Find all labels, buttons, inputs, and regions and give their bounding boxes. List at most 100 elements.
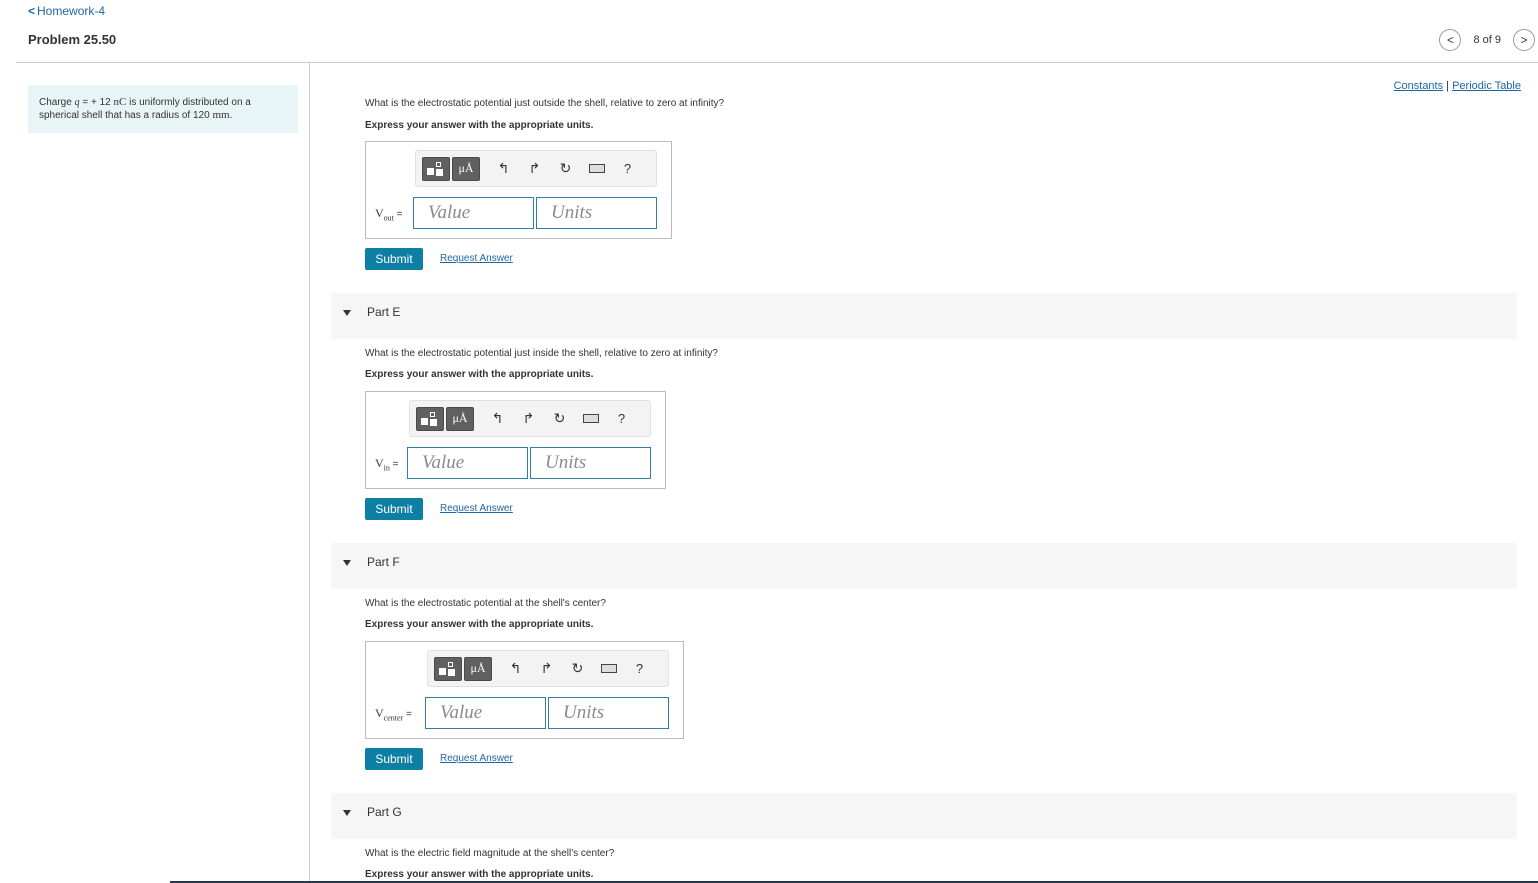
collapse-triangle-icon (343, 310, 351, 316)
math-toolbar: μÅ ↰ ↱ ↻ ? (415, 150, 657, 187)
templates-button[interactable] (434, 656, 462, 681)
problem-statement: Charge q = + 12 nC is uniformly distribu… (28, 85, 298, 133)
mu-a-icon: μÅ (458, 161, 474, 175)
link-separator: | (1443, 80, 1453, 92)
back-to-homework-link[interactable]: < Homework-4 (28, 4, 105, 18)
pager-position: 8 of 9 (1473, 34, 1501, 46)
answer-instruction: Express your answer with the appropriate… (365, 120, 594, 131)
next-problem-button[interactable]: > (1513, 29, 1535, 51)
reset-icon: ↻ (559, 160, 572, 176)
keyboard-icon (600, 663, 617, 673)
question-text: What is the electric field magnitude at … (365, 848, 615, 859)
redo-button[interactable]: ↱ (531, 660, 562, 677)
chevron-left-icon: < (1446, 33, 1454, 47)
part-g-header[interactable]: Part G (331, 793, 1517, 839)
templates-icon (439, 661, 457, 676)
intro-text: Charge (39, 97, 75, 108)
redo-button[interactable]: ↱ (519, 160, 550, 177)
part-e-header[interactable]: Part E (331, 293, 1517, 339)
undo-icon: ↰ (509, 660, 522, 676)
keyboard-button[interactable] (581, 163, 612, 174)
collapse-triangle-icon (343, 810, 351, 816)
intro-text: . (229, 110, 233, 121)
units-button[interactable]: μÅ (464, 656, 492, 681)
math-toolbar: μÅ ↰ ↱ ↻ ? (409, 400, 651, 437)
answer-box: μÅ ↰ ↱ ↻ ? Vin = Value Units (365, 391, 666, 489)
answer-box: μÅ ↰ ↱ ↻ ? Vcenter = Value Units (365, 641, 684, 739)
help-button[interactable]: ? (612, 161, 643, 176)
undo-icon: ↰ (491, 410, 504, 426)
templates-button[interactable] (416, 406, 444, 431)
help-icon: ? (623, 161, 632, 176)
periodic-table-link[interactable]: Periodic Table (1452, 80, 1521, 92)
submit-button[interactable]: Submit (365, 748, 423, 770)
help-button[interactable]: ? (624, 661, 655, 676)
answer-instruction: Express your answer with the appropriate… (365, 869, 594, 880)
problem-title: Problem 25.50 (28, 32, 117, 47)
undo-button[interactable]: ↰ (500, 660, 531, 677)
answer-variable-label: Vin = (375, 456, 399, 472)
chevron-right-icon: > (1520, 33, 1528, 47)
part-label: Part E (367, 305, 401, 319)
reset-button[interactable]: ↻ (562, 660, 593, 677)
submit-button[interactable]: Submit (365, 498, 423, 520)
value-input[interactable]: Value (425, 697, 546, 729)
reset-icon: ↻ (553, 410, 566, 426)
var-main: V (375, 706, 384, 720)
part-label: Part F (367, 555, 400, 569)
column-divider (309, 63, 310, 883)
part-f-header[interactable]: Part F (331, 543, 1517, 589)
equals-sign: = (403, 709, 412, 720)
help-icon: ? (617, 411, 626, 426)
back-link-label: Homework-4 (37, 4, 106, 18)
units-button[interactable]: μÅ (452, 156, 480, 181)
redo-icon: ↱ (522, 410, 535, 426)
mu-a-icon: μÅ (452, 411, 468, 425)
templates-button[interactable] (422, 156, 450, 181)
intro-text: = + 12 (79, 97, 114, 108)
constants-link[interactable]: Constants (1394, 80, 1444, 92)
value-input[interactable]: Value (407, 447, 528, 479)
mu-a-icon: μÅ (470, 661, 486, 675)
math-toolbar: μÅ ↰ ↱ ↻ ? (427, 650, 669, 687)
value-input[interactable]: Value (413, 197, 534, 229)
keyboard-icon (588, 163, 605, 173)
request-answer-link[interactable]: Request Answer (440, 753, 513, 764)
question-text: What is the electrostatic potential just… (365, 98, 725, 109)
answer-instruction: Express your answer with the appropriate… (365, 369, 594, 380)
keyboard-button[interactable] (593, 663, 624, 674)
keyboard-button[interactable] (575, 413, 606, 424)
reset-button[interactable]: ↻ (544, 410, 575, 427)
part-label: Part G (367, 805, 402, 819)
help-icon: ? (635, 661, 644, 676)
answer-variable-label: Vcenter = (375, 706, 412, 722)
var-main: V (375, 456, 384, 470)
request-answer-link[interactable]: Request Answer (440, 503, 513, 514)
question-text: What is the electrostatic potential just… (365, 348, 718, 359)
radius-unit: mm (212, 109, 230, 121)
var-sub: center (383, 713, 404, 723)
previous-problem-button[interactable]: < (1439, 29, 1462, 51)
request-answer-link[interactable]: Request Answer (440, 253, 513, 264)
equals-sign: = (393, 209, 403, 220)
units-input[interactable]: Units (536, 197, 657, 229)
answer-instruction: Express your answer with the appropriate… (365, 619, 594, 630)
help-button[interactable]: ? (606, 411, 637, 426)
submit-button[interactable]: Submit (365, 248, 423, 270)
templates-icon (421, 411, 439, 426)
charge-unit: nC (113, 96, 127, 108)
reset-button[interactable]: ↻ (550, 160, 581, 177)
redo-icon: ↱ (540, 660, 553, 676)
undo-button[interactable]: ↰ (488, 160, 519, 177)
equals-sign: = (389, 459, 399, 470)
units-input[interactable]: Units (548, 697, 669, 729)
var-main: V (375, 206, 384, 220)
units-input[interactable]: Units (530, 447, 651, 479)
redo-button[interactable]: ↱ (513, 410, 544, 427)
templates-icon (427, 161, 445, 176)
collapse-triangle-icon (343, 560, 351, 566)
undo-button[interactable]: ↰ (482, 410, 513, 427)
header-divider (16, 62, 1538, 63)
chevron-left-icon: < (28, 4, 36, 18)
units-button[interactable]: μÅ (446, 406, 474, 431)
